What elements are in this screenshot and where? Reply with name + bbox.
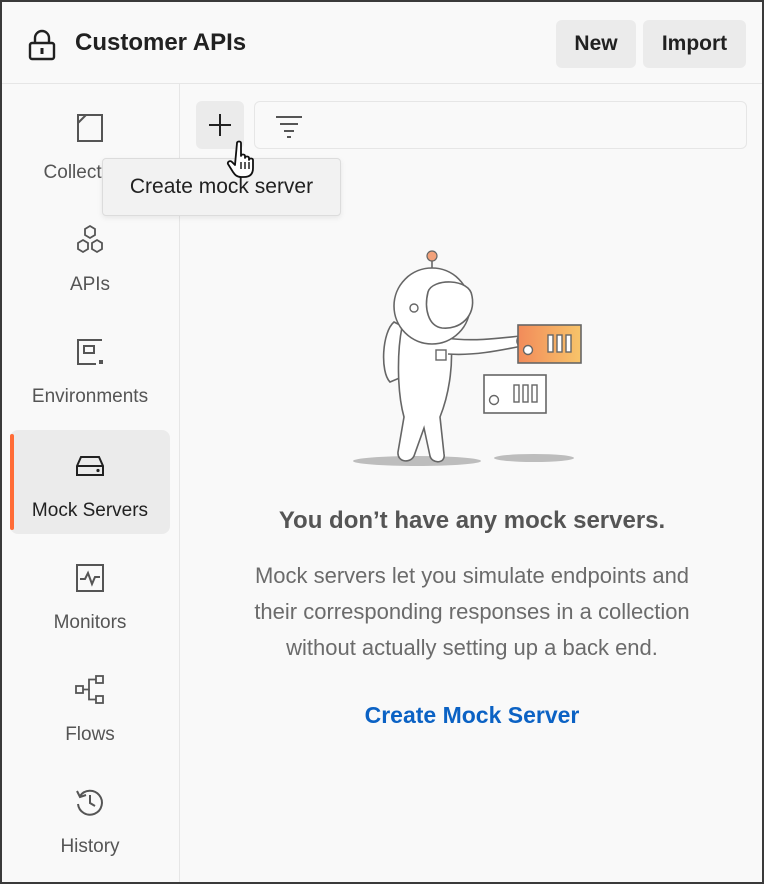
description-line: Mock servers let you simulate endpoints …: [254, 563, 690, 588]
sidebar-item-history[interactable]: History: [10, 766, 170, 870]
import-button[interactable]: Import: [643, 20, 746, 68]
astronaut-illustration: [353, 250, 582, 466]
sidebar-item-mock-servers[interactable]: Mock Servers: [10, 430, 170, 534]
description-line: their corresponding responses in a colle…: [254, 599, 690, 624]
apis-icon: [77, 224, 103, 254]
app-window: Customer APIs New Import Collections API…: [0, 0, 764, 884]
sidebar-item-environments[interactable]: Environments: [10, 316, 170, 420]
sidebar-item-label: Flows: [65, 724, 115, 745]
plus-icon: [209, 114, 231, 136]
flows-icon: [75, 675, 104, 704]
lock-icon: [28, 29, 56, 61]
hand-cursor-icon: [226, 140, 254, 178]
workspace-header: Customer APIs New Import: [2, 2, 762, 84]
environments-icon: [77, 339, 103, 365]
create-mock-server-link[interactable]: Create Mock Server: [182, 702, 762, 729]
create-mock-server-tooltip: Create mock server: [102, 158, 341, 216]
sidebar-item-apis[interactable]: APIs: [10, 204, 170, 308]
sidebar-item-monitors[interactable]: Monitors: [10, 542, 170, 646]
monitors-icon: [76, 564, 104, 592]
empty-state-title: You don’t have any mock servers.: [278, 507, 666, 534]
description-line: without actually setting up a back end.: [286, 635, 658, 660]
filter-icon: [276, 116, 302, 138]
new-button[interactable]: New: [556, 20, 636, 68]
sidebar-item-flows[interactable]: Flows: [10, 654, 170, 758]
sidebar-item-label: Monitors: [53, 612, 127, 633]
collections-icon: [77, 114, 103, 142]
filter-input[interactable]: [254, 101, 747, 149]
sidebar-item-label: APIs: [69, 274, 111, 295]
sidebar-item-label: History: [60, 836, 120, 857]
history-icon: [76, 789, 103, 816]
workspace-title: Customer APIs: [75, 29, 247, 56]
sidebar-item-label: Mock Servers: [31, 500, 149, 521]
sidebar-item-label: Environments: [31, 386, 149, 407]
mock-servers-icon: [76, 456, 104, 476]
empty-state-description: Mock servers let you simulate endpoints …: [202, 558, 742, 666]
